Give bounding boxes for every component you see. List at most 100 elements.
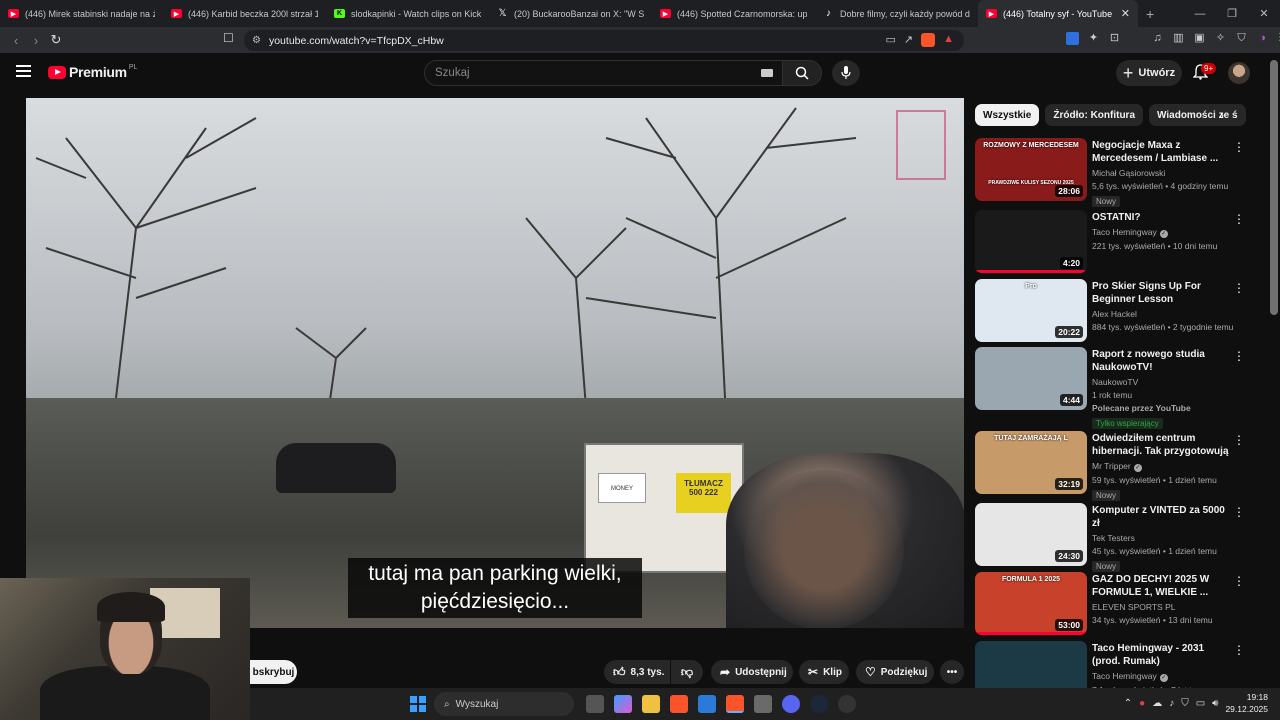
video-title[interactable]: Pro Skier Signs Up For Beginner Lesson <box>1092 280 1232 306</box>
task-view-icon[interactable] <box>586 695 604 713</box>
chevron-right-icon[interactable]: › <box>1220 108 1224 122</box>
channel-name[interactable]: Mr Tripper <box>1092 461 1131 471</box>
copilot-icon[interactable] <box>614 695 632 713</box>
wallet-icon[interactable]: ▣ <box>1193 32 1206 45</box>
cast-icon[interactable]: ▭ <box>885 33 895 47</box>
more-options-icon[interactable]: ⋮ <box>1233 212 1245 226</box>
forward-icon[interactable]: › <box>26 33 46 48</box>
close-tab-icon[interactable]: ✕ <box>1115 7 1130 20</box>
site-settings-icon[interactable]: ⚙ <box>252 35 261 46</box>
reload-icon[interactable]: ↻ <box>46 32 66 48</box>
screenshot-icon[interactable]: ⊡ <box>1108 32 1121 45</box>
video-title[interactable]: Negocjacje Maxa z Mercedesem / Lambiase … <box>1092 139 1232 165</box>
calculator-icon[interactable] <box>754 695 772 713</box>
close-window-icon[interactable]: ✕ <box>1248 7 1280 20</box>
mic-tray-icon[interactable]: ♪ <box>1169 698 1174 709</box>
browser-tab[interactable]: ♪ Dobre filmy, czyli każdy powód dob <box>815 0 978 27</box>
more-options-icon[interactable]: ⋮ <box>1233 643 1245 657</box>
windows-start-icon[interactable] <box>410 696 426 712</box>
bookmark-icon[interactable]: ☐ <box>223 31 234 45</box>
extension-icon[interactable] <box>1066 32 1079 45</box>
discord-icon[interactable] <box>782 695 800 713</box>
leo-icon[interactable]: ✧ <box>1214 32 1227 45</box>
voice-search-button[interactable] <box>832 60 860 86</box>
video-thumbnail[interactable]: 4:44 <box>975 347 1087 410</box>
more-options-icon[interactable]: ⋮ <box>1233 433 1245 447</box>
youtube-logo[interactable]: Premium PL <box>48 64 137 80</box>
video-thumbnail[interactable]: 24:30 <box>975 503 1087 566</box>
maximize-icon[interactable]: ❐ <box>1216 7 1248 20</box>
chevron-up-icon[interactable]: ⌃ <box>1124 698 1132 709</box>
video-thumbnail[interactable]: Pro 20:22 <box>975 279 1087 342</box>
back-icon[interactable]: ‹ <box>6 33 26 48</box>
channel-name[interactable]: Michał Gąsiorowski <box>1092 168 1165 178</box>
create-button[interactable]: + Utwórz <box>1116 60 1182 86</box>
defender-icon[interactable]: ⛉ <box>1181 698 1189 709</box>
brave-icon[interactable] <box>670 695 688 713</box>
profile-icon[interactable]: ◑ <box>1256 32 1269 45</box>
channel-name[interactable]: Tek Testers <box>1092 533 1135 543</box>
thanks-button[interactable]: ♡ Podziękuj <box>856 660 934 684</box>
filter-chip[interactable]: Wszystkie <box>975 104 1040 126</box>
video-title[interactable]: Raport z nowego studia NaukowoTV! <box>1092 348 1232 374</box>
like-button[interactable]: 👍︎ 8,3 tys. <box>604 660 670 684</box>
video-title[interactable]: Komputer z VINTED za 5000 zł <box>1092 504 1232 530</box>
video-title[interactable]: OSTATNI? <box>1092 211 1232 224</box>
page-scrollbar[interactable] <box>1270 60 1278 315</box>
obs-icon[interactable] <box>838 695 856 713</box>
more-actions-button[interactable]: ••• <box>940 660 964 684</box>
browser-tab[interactable]: ▶ (446) Mirek stabinski nadaje na żywo <box>0 0 163 27</box>
browser-tab[interactable]: ▶ (446) Spotted Czarnomorska: upośle <box>652 0 815 27</box>
minimize-icon[interactable]: — <box>1184 8 1216 20</box>
volume-icon[interactable]: 🔊︎ <box>1212 698 1218 709</box>
store-icon[interactable] <box>698 695 716 713</box>
channel-name[interactable]: Alex Hackel <box>1092 309 1137 319</box>
video-title[interactable]: Taco Hemingway - 2031 (prod. Rumak) <box>1092 642 1232 668</box>
channel-name[interactable]: ELEVEN SPORTS PL <box>1092 602 1175 612</box>
video-thumbnail[interactable]: 4:20 <box>975 210 1087 273</box>
taskbar-search[interactable]: ⌕ Wyszukaj <box>434 692 574 716</box>
account-avatar[interactable] <box>1228 62 1250 84</box>
clip-button[interactable]: ✂ Klip <box>799 660 849 684</box>
filter-chip[interactable]: Wiadomości ze ś <box>1149 104 1246 126</box>
cloud-icon[interactable]: ☁ <box>1152 698 1162 709</box>
more-options-icon[interactable]: ⋮ <box>1233 349 1245 363</box>
more-options-icon[interactable]: ⋮ <box>1233 140 1245 154</box>
steam-icon[interactable] <box>810 695 828 713</box>
search-input[interactable] <box>425 61 725 85</box>
video-player[interactable]: MONEY TŁUMACZ 500 222 tutaj ma pan parki… <box>26 98 964 628</box>
subscribe-button[interactable]: bskrybuj <box>250 660 297 684</box>
video-thumbnail[interactable]: TUTAJ ZAMRAŻAJĄ L 32:19 <box>975 431 1087 494</box>
rewards-icon[interactable]: ▲ <box>943 33 954 47</box>
video-thumbnail[interactable]: FORMULA 1 2025 53:00 <box>975 572 1087 635</box>
brave-shields-icon[interactable] <box>921 33 936 47</box>
more-options-icon[interactable]: ⋮ <box>1233 281 1245 295</box>
more-options-icon[interactable]: ⋮ <box>1233 505 1245 519</box>
search-button[interactable] <box>782 60 822 86</box>
more-options-icon[interactable]: ⋮ <box>1233 574 1245 588</box>
browser-tab[interactable]: ▶ (446) Totalny syf - YouTube ✕ <box>978 0 1138 27</box>
app-tray-icon[interactable]: ● <box>1139 698 1145 709</box>
browser-tab[interactable]: Kslodkapinki - Watch clips on Kick <box>326 0 489 27</box>
new-tab-icon[interactable]: + <box>1146 6 1154 22</box>
share-button[interactable]: ➦ Udostępnij <box>711 660 793 684</box>
video-thumbnail[interactable]: ROZMOWY Z MERCEDESEM PRAWDZIWE KULISY SEZ… <box>975 138 1087 201</box>
video-title[interactable]: Odwiedziłem centrum hibernacji. Tak przy… <box>1092 432 1232 458</box>
hamburger-menu-icon[interactable] <box>16 65 31 77</box>
address-bar[interactable]: ⚙ youtube.com/watch?v=TfcpDX_cHbw ▭ ↗ ▲ <box>244 30 964 51</box>
browser-tab[interactable]: ▶ (446) Karbid beczka 200l strzał 1 - Yo <box>163 0 326 27</box>
dislike-button[interactable]: 👎︎ <box>671 660 703 684</box>
channel-name[interactable]: Taco Hemingway <box>1092 227 1157 237</box>
puzzle-icon[interactable]: ✦ <box>1087 32 1100 45</box>
sidebar-icon[interactable]: ▥ <box>1172 32 1185 45</box>
filter-chip[interactable]: Źródło: Konfitura <box>1045 104 1144 126</box>
channel-name[interactable]: Taco Hemingway <box>1092 671 1157 681</box>
keyboard-icon[interactable] <box>761 69 773 77</box>
monitor-icon[interactable]: ▭ <box>1196 698 1205 709</box>
vpn-icon[interactable]: ⛉ <box>1235 32 1248 45</box>
share-icon[interactable]: ↗ <box>904 33 913 47</box>
file-explorer-icon[interactable] <box>642 695 660 713</box>
video-title[interactable]: GAZ DO DECHY! 2025 W FORMULE 1, WIELKIE … <box>1092 573 1232 599</box>
system-clock[interactable]: 19:18 29.12.2025 <box>1225 691 1268 715</box>
browser-tab[interactable]: 𝕏 (20) BuckarooBanzai on X: "W Sankt <box>489 0 652 27</box>
